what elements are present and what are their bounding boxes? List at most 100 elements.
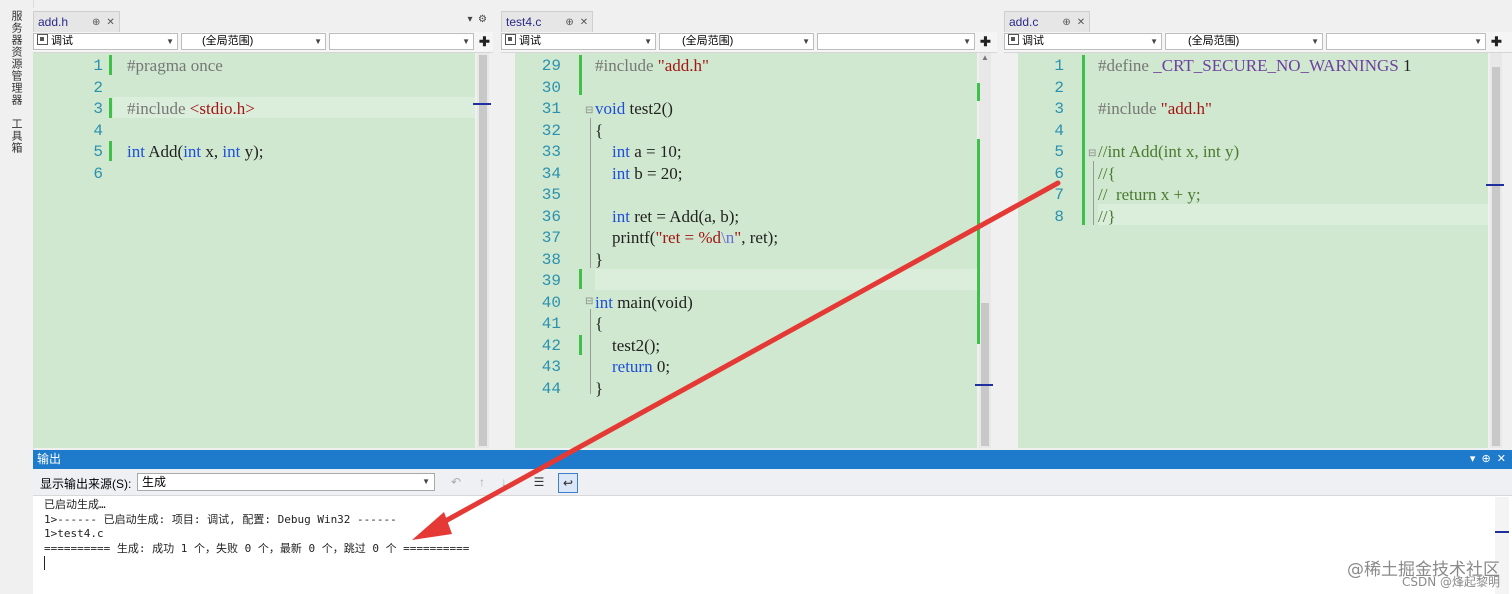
scroll-up-icon[interactable]: ▲: [979, 53, 991, 63]
scope-combo-value: (全局范围): [1188, 35, 1240, 47]
output-text[interactable]: 已启动生成… 1>------ 已启动生成: 项目: 调试, 配置: Debug …: [44, 498, 469, 556]
line-number: 41: [541, 315, 561, 333]
collapse-icon[interactable]: ⊟: [585, 105, 593, 116]
vertical-scrollbar[interactable]: ▲: [975, 53, 993, 448]
server-explorer-tab[interactable]: 服务器资源管理器: [8, 10, 24, 106]
member-combo[interactable]: ▼: [817, 33, 975, 50]
member-combo[interactable]: ▼: [329, 33, 474, 50]
collapse-icon[interactable]: ⊟: [585, 296, 593, 307]
chevron-down-icon: ▼: [422, 477, 430, 486]
window-controls[interactable]: ▾ ⊕ ✕: [1470, 450, 1506, 469]
output-line: 已启动生成…: [44, 498, 106, 511]
prev-message-icon[interactable]: ↑: [473, 473, 491, 491]
close-icon[interactable]: ✕: [1077, 17, 1085, 28]
project-combo[interactable]: 调试 ▼: [1004, 33, 1162, 50]
line-number: 3: [93, 100, 103, 118]
line-number: 34: [541, 164, 561, 183]
project-combo-value: 调试: [51, 35, 73, 47]
line-number: 1: [93, 57, 103, 75]
code-editor[interactable]: ⊟ 1 2 3 4 5 6 7 8 #define _CRT_SECURE_NO…: [1018, 53, 1488, 448]
line-number: 3: [1054, 100, 1064, 118]
editor-pane-test4-c: test4.c ⊕ ✕ 调试 ▼ (全局范围) ▼ ▼ ✚ ⊟ ⊟ 29 30 31…: [501, 8, 997, 448]
code-line: int Add(int x, int y);: [127, 142, 264, 161]
chevron-down-icon: ▼: [1311, 37, 1319, 46]
chevron-down-icon: ▼: [1474, 37, 1482, 46]
line-number: 1: [1054, 57, 1064, 75]
code-line: #include "add.h": [595, 56, 709, 75]
split-window-icon[interactable]: ✚: [1491, 34, 1502, 50]
line-number: 40: [541, 293, 561, 312]
code-line: // return x + y;: [1098, 185, 1201, 204]
code-editor[interactable]: 1 2 3 4 5 6 #pragma once #include <stdio…: [33, 53, 475, 448]
code-line: {: [595, 314, 604, 333]
scope-combo[interactable]: (全局范围) ▼: [659, 33, 814, 50]
line-number: 5: [1054, 143, 1064, 161]
code-line: test2();: [595, 335, 661, 355]
line-number: 33: [541, 143, 561, 161]
line-number: 2: [1054, 78, 1064, 97]
split-window-icon[interactable]: ✚: [479, 34, 490, 50]
find-message-icon[interactable]: ↶: [447, 473, 465, 491]
code-line: //int Add(int x, int y): [1098, 142, 1240, 161]
output-source-label: 显示输出来源(S):: [40, 477, 132, 491]
output-line: ========== 生成: 成功 1 个，失败 0 个，最新 0 个，跳过 0…: [44, 541, 470, 555]
pin-icon[interactable]: ⊕: [1062, 17, 1070, 28]
watermark-csdn: CSDN @烽起黎明: [1401, 575, 1500, 589]
toolbox-tab[interactable]: 工具箱: [8, 118, 24, 154]
close-icon[interactable]: ✕: [580, 17, 588, 28]
output-line: 1>test4.c: [44, 527, 104, 540]
output-source-combo[interactable]: 生成 ▼: [137, 473, 435, 491]
code-line: int a = 10;: [612, 142, 682, 161]
navigation-bar: 调试 ▼ (全局范围) ▼ ▼ ✚: [501, 32, 997, 53]
project-icon: [1008, 34, 1019, 45]
line-number: 44: [541, 379, 561, 398]
cursor-marker: [975, 384, 993, 386]
project-combo[interactable]: 调试 ▼: [33, 33, 178, 50]
tab-add-h[interactable]: add.h ⊕ ✕: [33, 11, 120, 32]
line-number: 31: [541, 100, 561, 118]
navigation-bar: 调试 ▼ (全局范围) ▼ ▼ ✚: [33, 32, 493, 53]
text-caret: [44, 556, 45, 570]
member-combo[interactable]: ▼: [1326, 33, 1486, 50]
line-number: 39: [541, 272, 561, 290]
tab-test4-c[interactable]: test4.c ⊕ ✕: [501, 11, 594, 32]
next-message-icon[interactable]: ↓: [495, 473, 513, 491]
code-line: //{: [1098, 163, 1116, 183]
word-wrap-icon[interactable]: ↩: [558, 473, 578, 493]
line-number: 35: [541, 186, 561, 204]
tab-label: add.h: [38, 15, 69, 29]
vertical-scrollbar[interactable]: [473, 53, 491, 448]
project-combo[interactable]: 调试 ▼: [501, 33, 656, 50]
line-number: 6: [93, 164, 103, 183]
output-title: 输出: [37, 452, 62, 466]
line-number: 36: [541, 207, 561, 226]
scope-combo[interactable]: (全局范围) ▼: [181, 33, 326, 50]
code-line: #include "add.h": [1098, 99, 1212, 118]
tab-dropdown-icon[interactable]: ▾ ⚙: [467, 14, 487, 25]
output-window: 输出 ▾ ⊕ ✕ 显示输出来源(S): 生成 ▼ ↶ ↑ ↓ ☰ ↩ 已启动生成……: [33, 450, 1512, 594]
line-number: 8: [1054, 207, 1064, 226]
vertical-scrollbar[interactable]: [1486, 53, 1504, 448]
pin-icon[interactable]: ⊕: [92, 17, 100, 28]
project-icon: [505, 34, 516, 45]
chevron-down-icon: ▼: [963, 37, 971, 46]
chevron-down-icon: ▼: [166, 37, 174, 46]
clear-all-icon[interactable]: ☰: [530, 473, 548, 491]
code-editor[interactable]: ⊟ ⊟ 29 30 31 32 33 34 35 36 37 38 39 40 …: [515, 53, 977, 448]
line-number: 4: [1054, 121, 1064, 140]
scope-combo[interactable]: (全局范围) ▼: [1165, 33, 1323, 50]
project-icon: [37, 34, 48, 45]
close-icon[interactable]: ✕: [106, 17, 114, 28]
code-line: int b = 20;: [612, 163, 683, 183]
code-line: return 0;: [612, 357, 671, 376]
chevron-down-icon: ▼: [1150, 37, 1158, 46]
line-number: 6: [1054, 164, 1064, 183]
split-window-icon[interactable]: ✚: [980, 34, 991, 50]
output-source-value: 生成: [142, 475, 167, 489]
collapse-icon[interactable]: ⊟: [1088, 148, 1096, 159]
code-line: //}: [1098, 206, 1116, 226]
code-line: }: [595, 378, 604, 398]
pin-icon[interactable]: ⊕: [565, 17, 573, 28]
code-line: int ret = Add(a, b);: [612, 206, 740, 226]
tab-add-c[interactable]: add.c ⊕ ✕: [1004, 11, 1091, 32]
